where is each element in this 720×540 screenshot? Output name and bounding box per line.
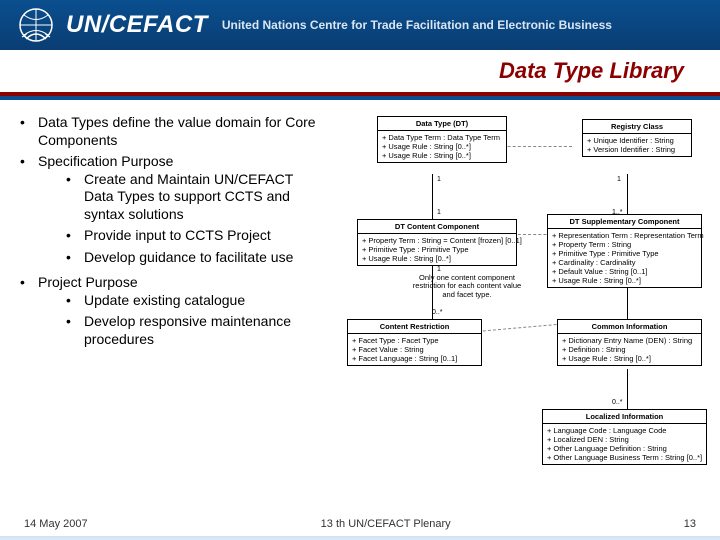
diagram-caption: Only one content component restriction f…	[407, 274, 527, 299]
slide-body: •Data Types define the value domain for …	[0, 100, 720, 500]
uml-class-common: Common Information +Dictionary Entry Nam…	[557, 319, 702, 366]
uml-class-localized: Localized Information +Language Code : L…	[542, 409, 707, 465]
title-bar: Data Type Library	[0, 50, 720, 92]
bullet-text: Data Types define the value domain for C…	[38, 114, 320, 149]
footer-date: 14 May 2007	[24, 518, 88, 530]
slide-footer: 14 May 2007 13 th UN/CEFACT Plenary 13	[0, 518, 720, 530]
bullet-text: Project Purpose	[38, 274, 138, 290]
uml-class-supplementary: DT Supplementary Component +Representati…	[547, 214, 702, 288]
box-title: Registry Class	[583, 120, 691, 134]
bullet-item: •Update existing catalogue	[66, 292, 320, 310]
header-subtitle: United Nations Centre for Trade Facilita…	[222, 18, 612, 32]
bullet-item: •Provide input to CCTS Project	[66, 227, 320, 245]
brand-text: UN/CEFACT	[66, 11, 208, 39]
box-title: Content Restriction	[348, 320, 481, 334]
slide-title: Data Type Library	[499, 58, 684, 84]
bullet-column: •Data Types define the value domain for …	[20, 114, 320, 500]
bullet-item: •Develop responsive maintenance procedur…	[66, 313, 320, 348]
uml-diagram: 1 1 1 1..* 1 0..* 0..* Data Type (DT) +D…	[332, 114, 704, 500]
header-gloss	[0, 536, 720, 540]
uml-class-registry: Registry Class +Unique Identifier : Stri…	[582, 119, 692, 157]
multiplicity: 1	[617, 176, 621, 183]
multiplicity: 0..*	[612, 399, 623, 406]
footer-pagenum: 13	[684, 518, 696, 530]
bullet-item: •Develop guidance to facilitate use	[66, 249, 320, 267]
multiplicity: 1	[437, 209, 441, 216]
bullet-text: Develop guidance to facilitate use	[84, 249, 293, 267]
uml-class-content: DT Content Component +Property Term : St…	[357, 219, 517, 266]
slide: UN/CEFACT United Nations Centre for Trad…	[0, 0, 720, 540]
bullet-item: • Project Purpose •Update existing catal…	[20, 274, 320, 352]
box-title: Data Type (DT)	[378, 117, 506, 131]
bullet-item: • Specification Purpose •Create and Main…	[20, 153, 320, 270]
uml-class-datatype: Data Type (DT) +Data Type Term : Data Ty…	[377, 116, 507, 163]
box-title: DT Content Component	[358, 220, 516, 234]
multiplicity: 1	[437, 176, 441, 183]
bullet-text: Specification Purpose	[38, 153, 173, 169]
box-title: DT Supplementary Component	[548, 215, 701, 229]
header-bar: UN/CEFACT United Nations Centre for Trad…	[0, 0, 720, 50]
bullet-text: Create and Maintain UN/CEFACT Data Types…	[84, 171, 320, 224]
bullet-text: Develop responsive maintenance procedure…	[84, 313, 320, 348]
bullet-item: •Create and Maintain UN/CEFACT Data Type…	[66, 171, 320, 224]
footer-center: 13 th UN/CEFACT Plenary	[321, 518, 451, 530]
bullet-text: Provide input to CCTS Project	[84, 227, 271, 245]
un-logo-icon	[14, 3, 58, 47]
bullet-item: •Data Types define the value domain for …	[20, 114, 320, 149]
multiplicity: 1	[437, 266, 441, 273]
uml-class-contentres: Content Restriction +Facet Type : Facet …	[347, 319, 482, 366]
multiplicity: 0..*	[432, 309, 443, 316]
bullet-text: Update existing catalogue	[84, 292, 245, 310]
box-title: Localized Information	[543, 410, 706, 424]
box-title: Common Information	[558, 320, 701, 334]
